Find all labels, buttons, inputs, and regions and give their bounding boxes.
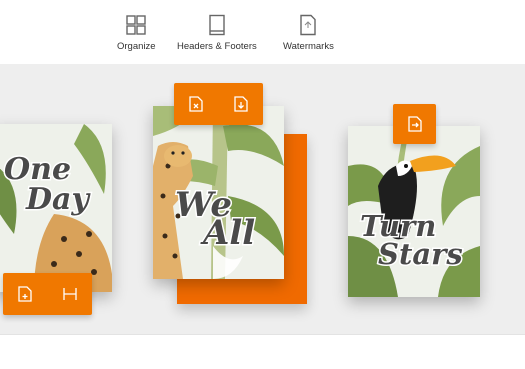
organize-grid-icon bbox=[126, 15, 146, 35]
split-button[interactable] bbox=[59, 283, 81, 305]
organize-label: Organize bbox=[117, 41, 156, 52]
jungle-toucan-artwork: Turn Stars bbox=[348, 126, 480, 297]
page-action-bar bbox=[393, 104, 436, 144]
insert-page-button[interactable] bbox=[14, 283, 36, 305]
replace-page-icon bbox=[407, 116, 422, 132]
headers-footers-button[interactable]: Headers & Footers bbox=[177, 14, 257, 52]
delete-page-icon bbox=[189, 96, 203, 112]
page-title-line2: Stars bbox=[378, 237, 463, 271]
bottom-bar bbox=[0, 334, 525, 369]
extract-page-button[interactable] bbox=[230, 93, 252, 115]
organize-button[interactable]: Organize bbox=[117, 14, 156, 52]
page-thumbnail[interactable]: One Day bbox=[0, 124, 112, 292]
insert-page-icon bbox=[18, 286, 32, 302]
headers-footers-label: Headers & Footers bbox=[177, 41, 257, 52]
page-action-bar bbox=[3, 273, 92, 315]
page-title-line2: Day bbox=[25, 182, 91, 217]
jungle-cheetah-artwork: We All bbox=[153, 106, 284, 279]
page-thumbnail-selected[interactable]: We All bbox=[153, 106, 284, 279]
replace-page-button[interactable] bbox=[404, 113, 426, 135]
page-title-line2: All bbox=[200, 213, 255, 253]
toolbar: Organize Headers & Footers Watermarks bbox=[0, 0, 525, 64]
page-thumbnail[interactable]: Turn Stars bbox=[348, 126, 480, 297]
delete-page-button[interactable] bbox=[185, 93, 207, 115]
watermarks-button[interactable]: Watermarks bbox=[283, 14, 334, 52]
header-footer-page-icon bbox=[209, 14, 225, 36]
extract-page-icon bbox=[234, 96, 248, 112]
jungle-leopard-artwork: One Day bbox=[0, 124, 112, 292]
watermark-page-icon bbox=[300, 14, 317, 36]
watermarks-label: Watermarks bbox=[283, 41, 334, 52]
split-icon bbox=[63, 288, 77, 300]
page-action-bar bbox=[174, 83, 263, 125]
